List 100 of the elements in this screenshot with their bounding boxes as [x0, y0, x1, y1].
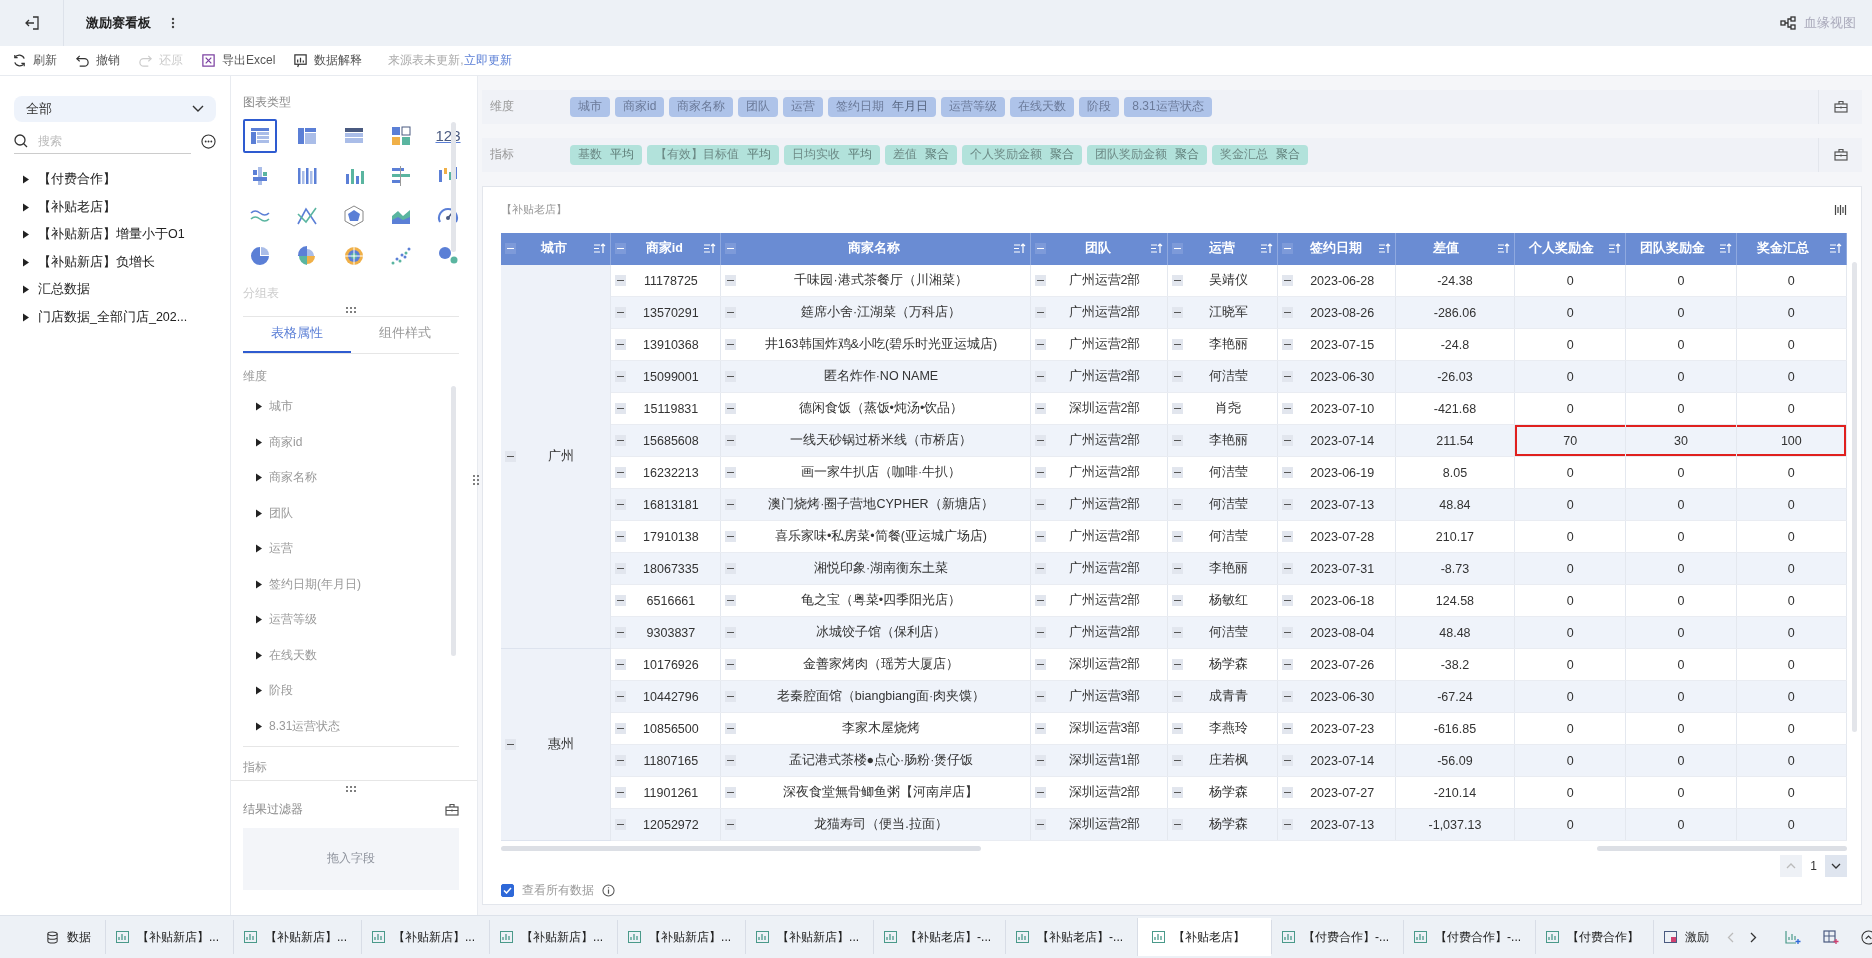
- collapse-icon[interactable]: [725, 595, 737, 607]
- collapse-icon[interactable]: [614, 755, 626, 767]
- collapse-icon[interactable]: [1034, 435, 1046, 447]
- collapse-icon[interactable]: [1034, 371, 1046, 383]
- collapse-icon[interactable]: [1282, 307, 1294, 319]
- expand-arrow-icon[interactable]: [22, 312, 30, 322]
- collapse-icon[interactable]: [1172, 563, 1184, 575]
- dataset-item[interactable]: 【补贴新店】增量小于O1: [38, 226, 185, 244]
- collapse-icon[interactable]: [1282, 659, 1294, 671]
- dataset-item[interactable]: 【付费合作】: [38, 171, 116, 189]
- sheet-tab[interactable]: 【补贴新店】...: [745, 920, 874, 954]
- excel-icon[interactable]: [201, 53, 216, 68]
- field-chip[interactable]: 城市: [570, 96, 610, 117]
- sort-icon[interactable]: [1260, 243, 1274, 255]
- field-chip[interactable]: 差值 聚合: [885, 144, 957, 165]
- collapse-icon[interactable]: [1034, 563, 1046, 575]
- sheet-tab[interactable]: 【付费合作】: [1535, 920, 1654, 954]
- expand-arrow-icon[interactable]: [22, 257, 30, 267]
- collapse-icon[interactable]: [1282, 275, 1294, 287]
- expand-arrow-icon[interactable]: [22, 230, 30, 240]
- collapse-icon[interactable]: [1034, 659, 1046, 671]
- collapse-icon[interactable]: [1172, 307, 1184, 319]
- collapse-icon[interactable]: [1034, 723, 1046, 735]
- sort-icon[interactable]: [1718, 243, 1732, 255]
- dataset-item[interactable]: 【补贴新店】负增长: [38, 253, 155, 271]
- expand-arrow-icon[interactable]: [255, 721, 263, 731]
- collapse-icon[interactable]: [614, 435, 626, 447]
- search-field[interactable]: 搜索: [36, 133, 166, 150]
- field-item[interactable]: 商家名称: [269, 469, 317, 487]
- scrollbar[interactable]: [1597, 846, 1847, 852]
- collapse-icon[interactable]: [614, 595, 626, 607]
- collapse-icon[interactable]: [1282, 563, 1294, 575]
- expand-arrow-icon[interactable]: [255, 579, 263, 589]
- field-item[interactable]: 运营等级: [269, 611, 317, 629]
- expand-arrow-icon[interactable]: [255, 402, 263, 412]
- collapse-icon[interactable]: [1282, 819, 1294, 831]
- sort-icon[interactable]: [1829, 243, 1842, 255]
- collapse-icon[interactable]: [1172, 339, 1184, 351]
- collapse-icon[interactable]: [725, 275, 737, 287]
- collapse-icon[interactable]: [725, 723, 737, 735]
- sort-icon[interactable]: [1608, 243, 1622, 255]
- collapse-icon[interactable]: [614, 307, 626, 319]
- field-chip[interactable]: 在线天数: [1010, 96, 1075, 117]
- explain-button[interactable]: 数据解释: [293, 52, 363, 69]
- collapse-icon[interactable]: [1034, 755, 1046, 767]
- collapse-icon[interactable]: [1282, 691, 1294, 703]
- sheet-tab[interactable]: 【补贴新店】...: [361, 920, 490, 954]
- chevron-down-icon[interactable]: [192, 105, 204, 113]
- collapse-icon[interactable]: [1282, 531, 1294, 543]
- toolbox-icon[interactable]: [445, 802, 459, 816]
- field-item[interactable]: 运营: [269, 540, 293, 558]
- collapse-icon[interactable]: [1282, 435, 1294, 447]
- field-chip[interactable]: 商家名称: [669, 96, 734, 117]
- collapse-icon[interactable]: [614, 531, 626, 543]
- collapse-icon[interactable]: [1034, 595, 1046, 607]
- search-icon[interactable]: [14, 134, 28, 149]
- expand-arrow-icon[interactable]: [255, 544, 263, 554]
- barcode-icon[interactable]: [1834, 203, 1847, 216]
- collapse-icon[interactable]: [1172, 787, 1184, 799]
- toolbox-icon[interactable]: [1833, 148, 1848, 162]
- drop-zone[interactable]: 拖入字段: [243, 827, 459, 890]
- collapse-icon[interactable]: [1282, 595, 1294, 607]
- collapse-icon[interactable]: [1034, 691, 1046, 703]
- collapse-icon[interactable]: [725, 691, 737, 703]
- expand-arrow-icon[interactable]: [255, 437, 263, 447]
- field-item[interactable]: 城市: [269, 398, 293, 416]
- collapse-icon[interactable]: [1172, 531, 1184, 543]
- sheet-tab[interactable]: 【补贴新店】...: [489, 920, 618, 954]
- collapse-icon[interactable]: [1282, 499, 1294, 511]
- collapse-icon[interactable]: [1034, 243, 1046, 255]
- field-chip[interactable]: 基数 平均: [570, 144, 642, 165]
- next-icon[interactable]: [1750, 931, 1758, 943]
- collapse-icon[interactable]: [614, 627, 626, 639]
- dataset-item[interactable]: 汇总数据: [38, 281, 90, 299]
- collapse-icon[interactable]: [614, 787, 626, 799]
- add-chart-icon[interactable]: [1785, 929, 1802, 945]
- drag-handle-icon[interactable]: [345, 305, 357, 314]
- add-dashboard-icon[interactable]: [1823, 929, 1840, 945]
- collapse-icon[interactable]: [725, 371, 737, 383]
- collapse-icon[interactable]: [1172, 627, 1184, 639]
- refresh-icon[interactable]: [12, 53, 27, 68]
- field-chip[interactable]: 团队奖励金额 聚合: [1087, 144, 1207, 165]
- sheet-tab[interactable]: 激励: [1653, 920, 1714, 954]
- collapse-icon[interactable]: [725, 467, 737, 479]
- collapse-icon[interactable]: [725, 627, 737, 639]
- expand-arrow-icon[interactable]: [22, 202, 30, 212]
- collapse-icon[interactable]: [614, 723, 626, 735]
- dataset-item[interactable]: 门店数据_全部门店_202...: [38, 308, 188, 326]
- scrollbar[interactable]: [451, 385, 456, 656]
- tab[interactable]: 组件样式: [351, 316, 459, 353]
- collapse-icon[interactable]: [1172, 403, 1184, 415]
- collapse-icon[interactable]: [614, 563, 626, 575]
- collapse-icon[interactable]: [1282, 243, 1294, 255]
- collapse-icon[interactable]: [505, 739, 516, 751]
- collapse-icon[interactable]: [725, 819, 737, 831]
- collapse-up-icon[interactable]: [1861, 929, 1872, 945]
- collapse-icon[interactable]: [725, 659, 737, 671]
- field-item[interactable]: 商家id: [269, 433, 303, 451]
- collapse-icon[interactable]: [1282, 371, 1294, 383]
- collapse-icon[interactable]: [725, 787, 737, 799]
